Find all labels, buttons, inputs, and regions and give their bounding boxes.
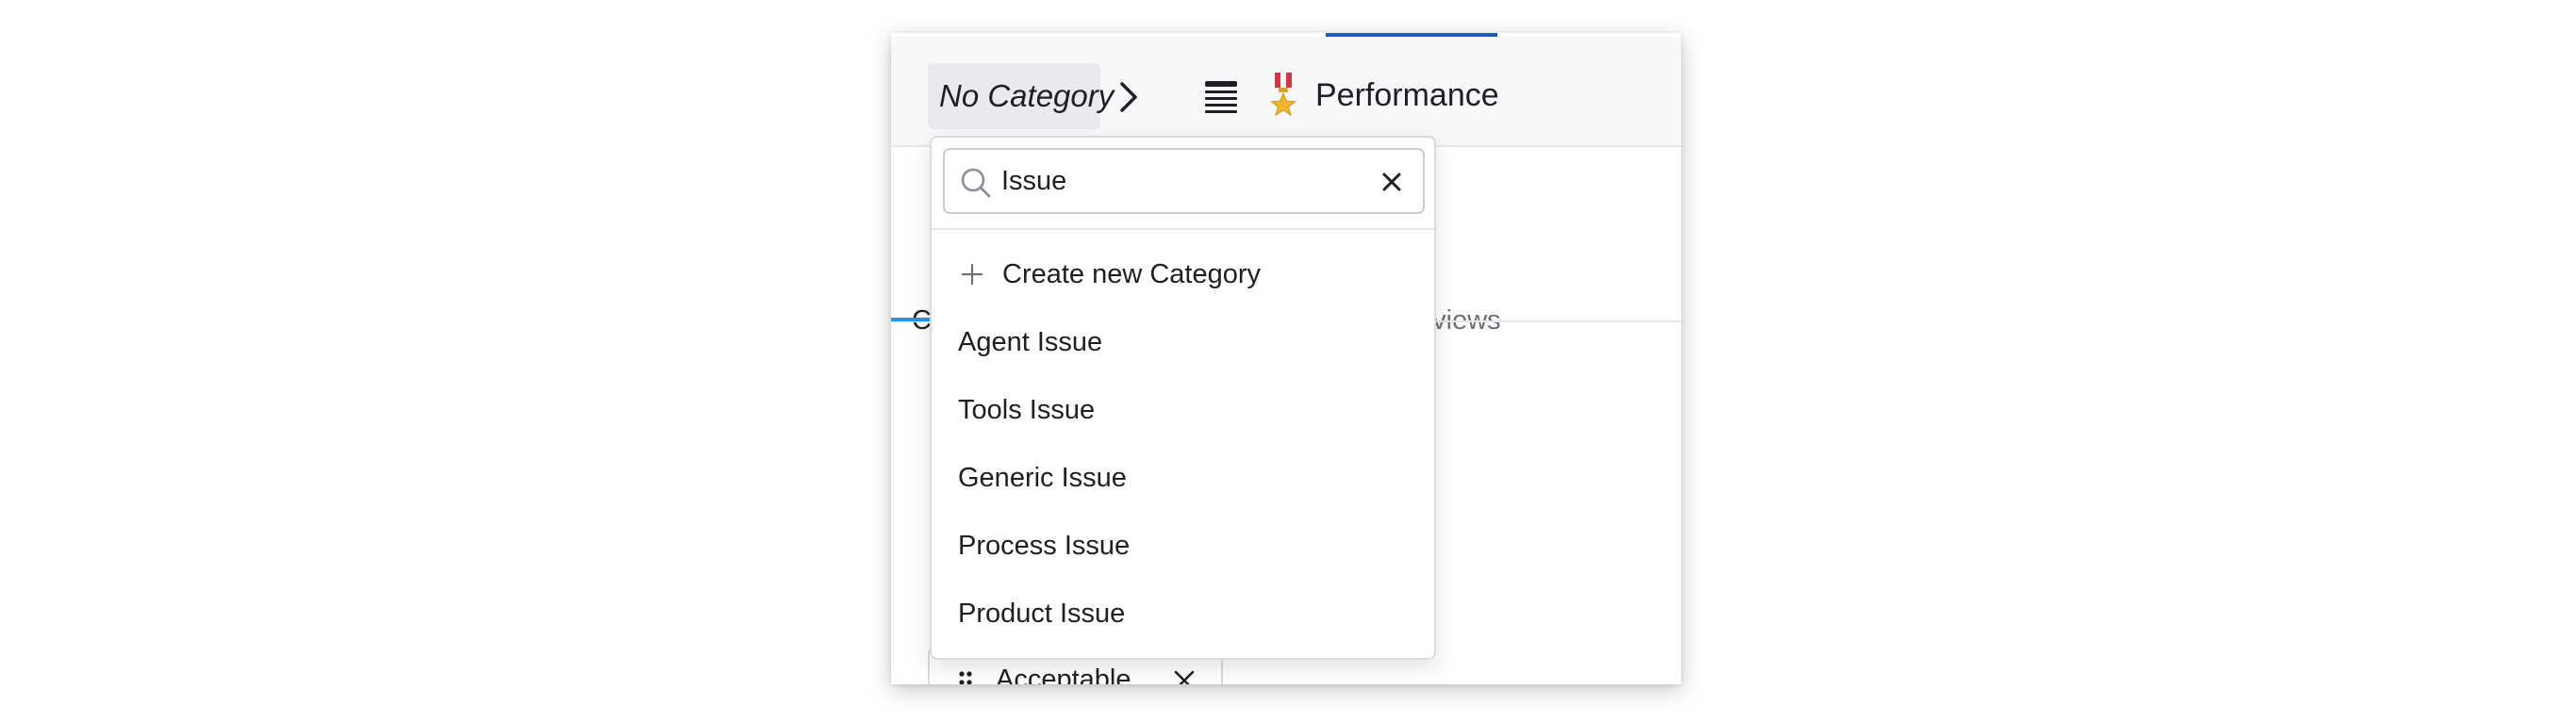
category-option[interactable]: Process Issue: [932, 512, 1434, 580]
category-option[interactable]: Agent Issue: [932, 308, 1434, 376]
category-option[interactable]: Generic Issue: [932, 444, 1434, 512]
close-icon[interactable]: [1172, 668, 1197, 684]
medal-icon: [1270, 73, 1296, 117]
chevron-right-icon: [1120, 82, 1137, 112]
drag-handle-icon[interactable]: [958, 670, 973, 684]
category-option-label: Product Issue: [958, 599, 1126, 629]
breadcrumb-header: No Category Performance: [891, 37, 1681, 147]
list-icon: [1205, 81, 1237, 113]
document-title: Performance: [1315, 77, 1499, 113]
create-category-label: Create new Category: [1002, 259, 1262, 289]
category-option[interactable]: Product Issue: [932, 580, 1434, 648]
category-search-input[interactable]: [1001, 159, 1360, 203]
category-selector-button[interactable]: No Category: [928, 63, 1114, 129]
plus-icon: [961, 263, 983, 286]
category-option-label: Agent Issue: [958, 327, 1103, 357]
create-category-button[interactable]: Create new Category: [932, 240, 1434, 308]
category-search-box[interactable]: [943, 148, 1425, 214]
category-dropdown: Create new Category Agent Issue Tools Is…: [930, 136, 1436, 660]
category-option-label: Generic Issue: [958, 463, 1127, 493]
category-option-label: Tools Issue: [958, 395, 1096, 425]
chip-label: Acceptable: [996, 665, 1131, 684]
close-icon[interactable]: [1381, 172, 1402, 192]
search-icon: [961, 168, 991, 198]
category-option[interactable]: Tools Issue: [932, 376, 1434, 444]
dropdown-divider: [932, 228, 1434, 230]
category-option-label: Process Issue: [958, 531, 1131, 561]
